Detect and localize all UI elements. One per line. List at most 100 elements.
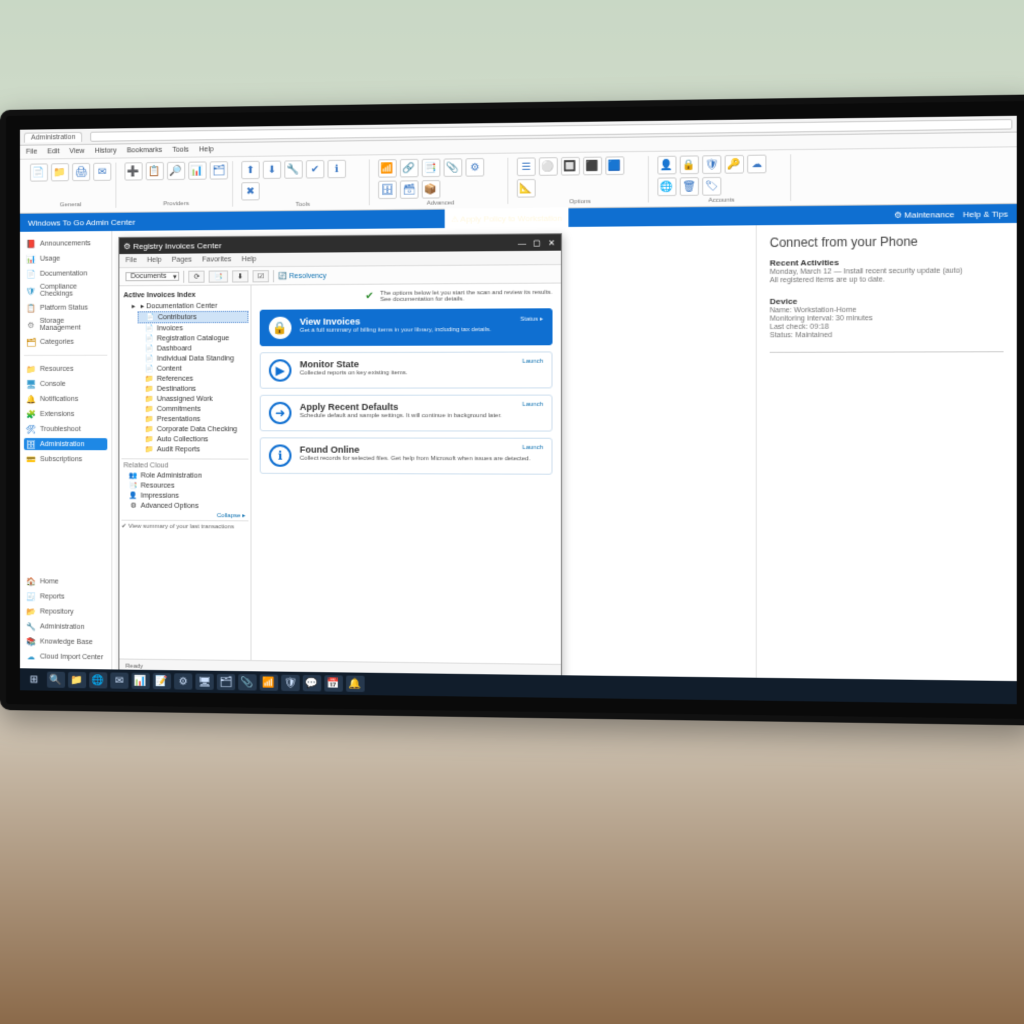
- ribbon-button[interactable]: ✖: [241, 182, 259, 200]
- ribbon-button[interactable]: 👤: [657, 156, 676, 175]
- download-button[interactable]: ⬇: [232, 270, 248, 282]
- ribbon-button[interactable]: 📄: [30, 163, 48, 181]
- taskbar-icon[interactable]: 📅: [324, 675, 343, 692]
- tree-node[interactable]: 📁Audit Reports: [138, 444, 249, 454]
- start-button[interactable]: ⊞: [24, 671, 44, 687]
- tree-node[interactable]: 👤Impressions: [121, 490, 248, 501]
- ribbon-button[interactable]: 🔒: [680, 155, 699, 174]
- ribbon-button[interactable]: 📁: [51, 163, 69, 181]
- tree-node[interactable]: 📄Invoices: [138, 323, 249, 334]
- sidebar-item[interactable]: 🛠Troubleshoot: [24, 423, 107, 435]
- tree-node[interactable]: 📁Destinations: [138, 384, 249, 394]
- select-button[interactable]: ☑: [252, 270, 269, 282]
- taskbar-icon[interactable]: ✉: [110, 672, 128, 688]
- tree-node[interactable]: 📑Resources: [121, 480, 248, 491]
- submenu-file[interactable]: File: [125, 257, 136, 264]
- taskbar-icon[interactable]: ⚙: [174, 673, 192, 689]
- ribbon-button[interactable]: 🔗: [400, 159, 419, 178]
- sidebar-item[interactable]: 📄Documentation: [24, 267, 107, 280]
- taskbar-icon[interactable]: 🛡: [281, 675, 299, 691]
- tree-root[interactable]: ▸▸ Documentation Center: [121, 301, 248, 312]
- task-card[interactable]: ▶Monitor StateCollected reports on key e…: [260, 351, 553, 388]
- taskbar-icon[interactable]: 📶: [260, 674, 278, 690]
- ribbon-button[interactable]: 🛡: [702, 155, 721, 174]
- category-dropdown[interactable]: Documents: [125, 272, 179, 281]
- submenu-help[interactable]: Help: [147, 257, 162, 264]
- close-icon[interactable]: ✕: [546, 238, 557, 247]
- sidebar-item[interactable]: 🖥Console: [24, 378, 107, 390]
- tree-footer-summary[interactable]: ✔ View summary of your last transactions: [121, 520, 248, 531]
- task-action-link[interactable]: Launch: [522, 445, 543, 451]
- taskbar-icon[interactable]: 📁: [68, 672, 86, 688]
- ribbon-button[interactable]: 🖨: [72, 163, 90, 181]
- sidebar-item[interactable]: 📚Knowledge Base: [24, 635, 107, 648]
- ribbon-button[interactable]: ✉: [93, 163, 111, 181]
- tree-node[interactable]: 📁Commitments: [138, 404, 249, 414]
- task-card[interactable]: 🔒View InvoicesGet a full summary of bill…: [260, 308, 553, 346]
- ribbon-button[interactable]: 🔲: [561, 157, 580, 176]
- refresh-button[interactable]: ⟳: [189, 270, 205, 282]
- tree-node[interactable]: 📄Individual Data Standing: [138, 353, 249, 363]
- taskbar-icon[interactable]: 🖥: [195, 674, 213, 690]
- taskbar-icon[interactable]: 📊: [132, 673, 150, 689]
- tree-node[interactable]: 📄Dashboard: [138, 343, 249, 353]
- resolvency-link[interactable]: 🔄 Resolvency: [278, 271, 326, 279]
- ribbon-button[interactable]: 📶: [378, 159, 397, 178]
- tree-node[interactable]: 📁Presentations: [138, 414, 249, 424]
- ribbon-button[interactable]: 🗂: [210, 161, 228, 179]
- ribbon-button[interactable]: 🌐: [657, 177, 676, 196]
- submenu-pages[interactable]: Pages: [172, 257, 192, 264]
- taskbar-icon[interactable]: 💬: [303, 675, 322, 691]
- ribbon-button[interactable]: ⚪: [539, 157, 558, 176]
- tree-node[interactable]: 👥Role Administration: [121, 470, 248, 481]
- menu-file[interactable]: File: [26, 149, 37, 156]
- taskbar-icon[interactable]: 🔍: [47, 672, 65, 688]
- sidebar-item[interactable]: ☁Cloud Import Center: [24, 650, 107, 663]
- taskbar-icon[interactable]: 🔔: [346, 676, 365, 693]
- sidebar-item[interactable]: 🛡Compliance Checkings: [24, 282, 107, 299]
- ribbon-button[interactable]: 📑: [422, 159, 441, 178]
- sidebar-item[interactable]: 📂Repository: [24, 605, 107, 618]
- sidebar-item[interactable]: 📕Announcements: [24, 237, 107, 250]
- menu-view[interactable]: View: [69, 148, 84, 155]
- tree-node[interactable]: 📁Unassigned Work: [138, 394, 249, 404]
- ribbon-button[interactable]: ⬛: [583, 157, 602, 176]
- tree-node[interactable]: 📁Auto Collections: [138, 434, 249, 444]
- sidebar-item[interactable]: 📁Resources: [24, 363, 107, 375]
- sidebar-item[interactable]: 🗄Administration: [24, 438, 107, 450]
- sidebar-item[interactable]: 💳Subscriptions: [24, 453, 107, 465]
- tree-node[interactable]: 📄Registration Catalogue: [138, 333, 249, 343]
- sidebar-item[interactable]: 📊Usage: [24, 252, 107, 265]
- sidebar-item[interactable]: ⚙Storage Management: [24, 317, 107, 333]
- sidebar-item[interactable]: 🔧Administration: [24, 620, 107, 633]
- submenu-favorites[interactable]: Favorites: [202, 256, 231, 263]
- ribbon-button[interactable]: ☁: [747, 155, 766, 174]
- menu-edit[interactable]: Edit: [47, 148, 59, 155]
- ribbon-button[interactable]: ➕: [124, 162, 142, 180]
- sidebar-item[interactable]: 🧩Extensions: [24, 408, 107, 420]
- ribbon-button[interactable]: 📊: [188, 161, 206, 179]
- ribbon-button[interactable]: ⚙: [465, 158, 484, 177]
- browser-tab[interactable]: Administration: [24, 131, 83, 142]
- task-card[interactable]: ➜Apply Recent DefaultsSchedule default a…: [260, 395, 553, 432]
- ribbon-button[interactable]: 🔧: [284, 160, 302, 178]
- taskbar-icon[interactable]: 📎: [238, 674, 256, 690]
- menu-history[interactable]: History: [95, 147, 117, 154]
- menu-tools[interactable]: Tools: [172, 147, 189, 154]
- banner-help-link[interactable]: Help & Tips: [963, 209, 1008, 219]
- ribbon-button[interactable]: ℹ: [327, 160, 346, 179]
- menu-bookmarks[interactable]: Bookmarks: [127, 147, 162, 155]
- task-action-link[interactable]: Status ▸: [520, 316, 543, 323]
- ribbon-button[interactable]: 📦: [422, 180, 441, 199]
- ribbon-button[interactable]: 🗄: [378, 181, 397, 200]
- tree-node[interactable]: ⚙Advanced Options: [121, 501, 248, 512]
- ribbon-button[interactable]: 📎: [444, 158, 463, 177]
- task-action-link[interactable]: Launch: [522, 359, 543, 365]
- sidebar-item[interactable]: 🏠Home: [24, 575, 107, 588]
- sidebar-item[interactable]: 🔔Notifications: [24, 393, 107, 405]
- sidebar-item[interactable]: 📋Platform Status: [24, 301, 107, 313]
- ribbon-button[interactable]: 🔎: [167, 162, 185, 180]
- taskbar-icon[interactable]: 📝: [153, 673, 171, 689]
- maximize-icon[interactable]: ▢: [531, 238, 542, 247]
- submenu-help2[interactable]: Help: [242, 256, 257, 263]
